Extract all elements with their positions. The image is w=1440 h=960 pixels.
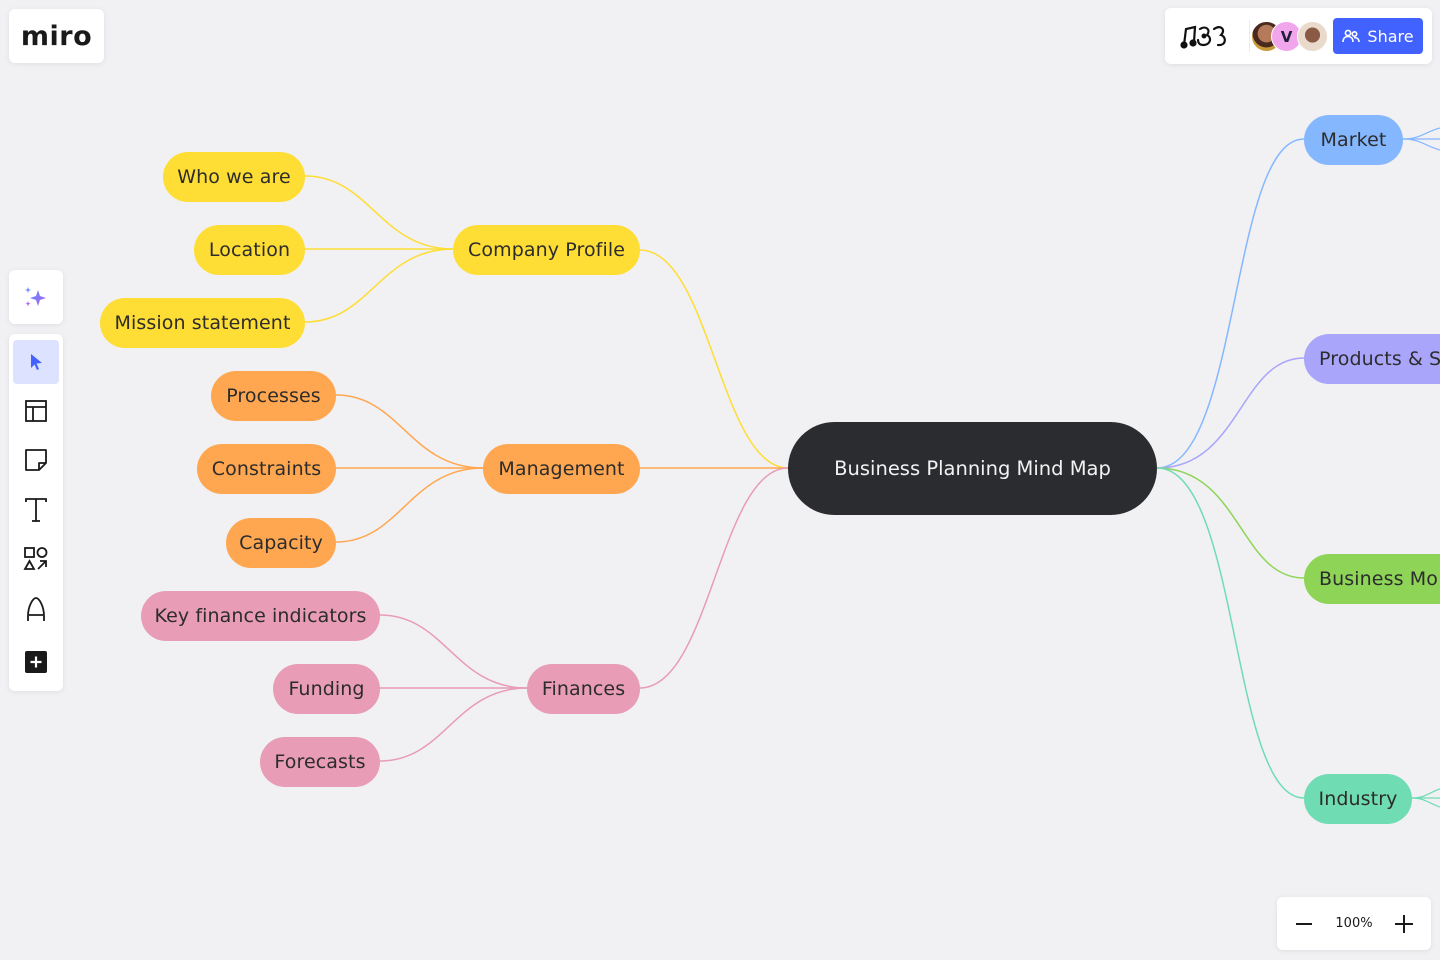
mindmap-node-who-we-are[interactable]: Who we are: [163, 152, 305, 202]
sticky-note-tool[interactable]: [13, 438, 59, 482]
mindmap-node-key-finance-indicators[interactable]: Key finance indicators: [141, 591, 380, 641]
share-label: Share: [1367, 26, 1414, 46]
cursor-icon: [31, 354, 42, 370]
ai-assist-panel[interactable]: [9, 270, 63, 324]
sticky-note-icon: [25, 449, 47, 471]
miro-logo: miro: [20, 20, 93, 52]
mindmap-node-business-model[interactable]: Business Mo: [1304, 554, 1440, 604]
minus-icon: [1296, 922, 1312, 925]
tools-toolbar: [9, 334, 63, 691]
users-icon: [1342, 29, 1361, 43]
connector-market-child-3: [1402, 138, 1440, 151]
connector-management-capacity: [335, 467, 484, 543]
mindmap-node-constraints[interactable]: Constraints: [197, 444, 336, 494]
connector-root-business-model: [1156, 467, 1305, 579]
connector-root-products: [1156, 357, 1305, 469]
board-emoji-icon[interactable]: [1179, 21, 1231, 51]
mindmap-node-location[interactable]: Location: [194, 225, 305, 275]
mindmap-node-capacity[interactable]: Capacity: [226, 518, 336, 568]
zoom-out-button[interactable]: [1293, 913, 1315, 935]
plus-icon: [1394, 914, 1413, 933]
connector-company-mission: [304, 248, 454, 323]
mindmap-node-forecasts[interactable]: Forecasts: [260, 737, 380, 787]
more-tools-button[interactable]: [13, 640, 59, 684]
mindmap-node-processes[interactable]: Processes: [211, 371, 336, 421]
plus-icon: [25, 651, 47, 673]
connector-finances-kfi: [379, 614, 528, 689]
pen-tool[interactable]: [13, 587, 59, 631]
connector-industry-child-1: [1411, 788, 1440, 799]
mindmap-root-node[interactable]: Business Planning Mind Map: [788, 422, 1157, 515]
mindmap-node-finances[interactable]: Finances: [527, 664, 640, 714]
zoom-in-button[interactable]: [1393, 913, 1415, 935]
connector-industry-child-3: [1411, 797, 1440, 808]
templates-tool[interactable]: [13, 389, 59, 433]
mindmap-node-products-services[interactable]: Products & S: [1304, 334, 1440, 384]
header-divider: [1249, 20, 1250, 52]
connector-company-who: [304, 175, 454, 250]
connector-root-industry: [1156, 467, 1305, 799]
text-icon: [25, 498, 47, 522]
layout-icon: [25, 400, 47, 422]
mindmap-node-company-profile[interactable]: Company Profile: [453, 225, 640, 275]
zoom-level[interactable]: 100%: [1335, 916, 1372, 931]
connector-root-market: [1156, 138, 1305, 469]
connector-root-company-profile: [639, 249, 789, 469]
sparkles-icon: [25, 287, 46, 307]
mindmap-node-market[interactable]: Market: [1304, 115, 1403, 165]
shapes-tool[interactable]: [13, 537, 59, 581]
connector-management-processes: [335, 394, 484, 469]
text-tool[interactable]: [13, 488, 59, 532]
avatar-collaborator-3[interactable]: [1297, 21, 1328, 52]
zoom-controls: 100%: [1277, 897, 1431, 950]
share-button[interactable]: Share: [1333, 18, 1423, 54]
shapes-icon: [23, 547, 48, 570]
mindmap-node-industry[interactable]: Industry: [1304, 774, 1412, 824]
connector-market-child-1: [1402, 127, 1440, 140]
select-tool[interactable]: [13, 340, 59, 384]
avatar-initial: V: [1280, 27, 1293, 46]
mindmap-node-funding[interactable]: Funding: [273, 664, 380, 714]
connector-finances-forecasts: [379, 687, 528, 762]
mindmap-node-mission-statement[interactable]: Mission statement: [100, 298, 305, 348]
logo-panel[interactable]: miro: [9, 9, 104, 63]
collaboration-panel: V Share: [1165, 8, 1432, 64]
connector-root-finances: [639, 467, 789, 689]
mindmap-node-management[interactable]: Management: [483, 444, 640, 494]
pen-icon: [27, 597, 45, 621]
